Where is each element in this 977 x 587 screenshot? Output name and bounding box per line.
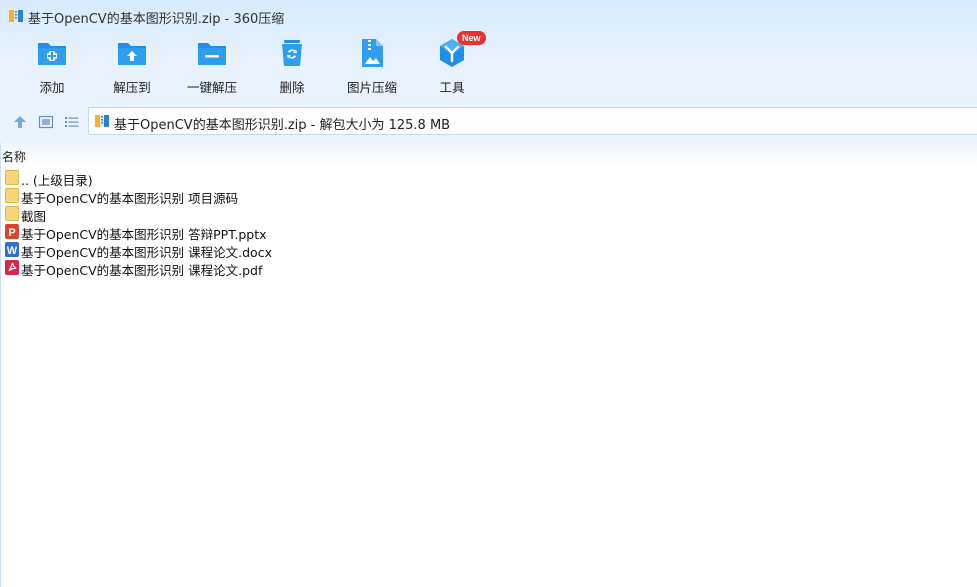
column-header-name[interactable]: 名称 (1, 143, 977, 165)
tools-button-label: 工具 (439, 80, 465, 95)
extract-to-button[interactable]: 解压到 (92, 33, 172, 97)
list-item-folder[interactable]: 截图 (1, 205, 977, 224)
one-click-extract-button[interactable]: 一键解压 (172, 33, 252, 97)
recycle-bin-icon (282, 40, 302, 66)
up-arrow-icon[interactable] (12, 114, 28, 130)
one-click-extract-button-label: 一键解压 (186, 80, 237, 95)
address-bar[interactable]: 基于OpenCV的基本图形识别.zip - 解包大小为 125.8 MB (88, 107, 977, 135)
list-item-docx[interactable]: W 基于OpenCV的基本图形识别 课程论文.docx (1, 241, 977, 260)
add-button-label: 添加 (39, 80, 65, 95)
extract-to-button-label: 解压到 (113, 80, 151, 95)
folder-icon (5, 188, 19, 203)
svg-text:W: W (7, 245, 18, 257)
add-button[interactable]: 添加 (12, 33, 92, 97)
file-list: 名称 .. (上级目录) 基于OpenCV的基本图形识别 项目源码 截图 P 基… (0, 143, 977, 587)
column-header-name-label: 名称 (2, 150, 27, 164)
svg-text:P: P (8, 227, 15, 239)
delete-button-label: 删除 (279, 80, 305, 95)
list-item-folder[interactable]: 基于OpenCV的基本图形识别 项目源码 (1, 187, 977, 206)
window-chrome: 基于OpenCV的基本图形识别.zip - 360压缩 添加 解压到 一键解压 … (0, 0, 977, 143)
image-compress-icon (362, 39, 383, 67)
word-file-icon: W (5, 242, 19, 257)
zip-archive-icon (95, 115, 109, 127)
toolbar: 添加 解压到 一键解压 删除 图片压缩 New 工具 (0, 31, 977, 99)
new-badge: New (457, 31, 486, 45)
file-rows: .. (上级目录) 基于OpenCV的基本图形识别 项目源码 截图 P 基于Op… (1, 169, 977, 278)
file-name: 基于OpenCV的基本图形识别 课程论文.pdf (21, 263, 263, 278)
list-item-pptx[interactable]: P 基于OpenCV的基本图形识别 答辩PPT.pptx (1, 223, 977, 242)
folder-icon (5, 170, 19, 185)
list-item-pdf[interactable]: 基于OpenCV的基本图形识别 课程论文.pdf (1, 259, 977, 278)
tools-button[interactable]: New 工具 (412, 31, 492, 97)
list-item-parent-directory[interactable]: .. (上级目录) (1, 169, 977, 188)
powerpoint-file-icon: P (5, 224, 19, 239)
list-view-icon[interactable] (64, 114, 80, 130)
delete-button[interactable]: 删除 (252, 33, 332, 97)
add-folder-icon (38, 43, 66, 65)
address-text: 基于OpenCV的基本图形识别.zip - 解包大小为 125.8 MB (114, 118, 451, 133)
one-click-extract-icon (198, 43, 226, 65)
window-title: 基于OpenCV的基本图形识别.zip - 360压缩 (28, 12, 285, 27)
extract-to-icon (118, 43, 146, 65)
zip-archive-icon (9, 10, 23, 22)
image-compress-button-label: 图片压缩 (346, 80, 397, 95)
image-compress-button[interactable]: 图片压缩 (332, 33, 412, 97)
navigation-bar: 基于OpenCV的基本图形识别.zip - 解包大小为 125.8 MB (0, 107, 977, 136)
title-bar: 基于OpenCV的基本图形识别.zip - 360压缩 (0, 0, 977, 32)
folder-icon (5, 206, 19, 221)
pdf-file-icon (5, 260, 19, 275)
thumbnail-view-icon[interactable] (38, 114, 54, 130)
